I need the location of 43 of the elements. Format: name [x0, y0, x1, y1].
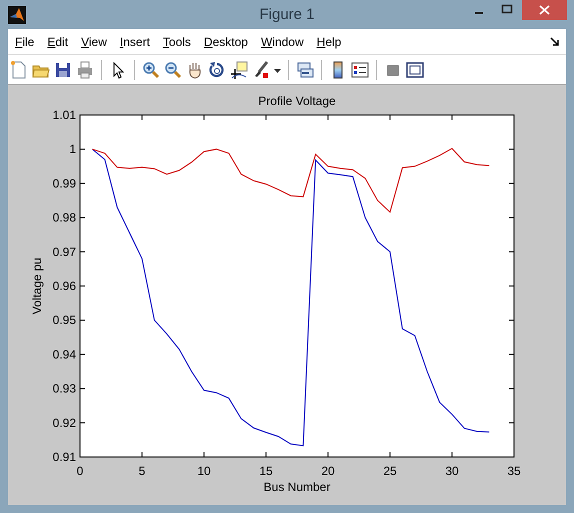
legend-icon[interactable] — [351, 60, 369, 80]
menu-item[interactable]: Help — [316, 34, 342, 48]
y-tick-label: 0.94 — [52, 347, 76, 362]
print-icon[interactable] — [76, 60, 94, 80]
x-axis-label: Bus Number — [264, 480, 330, 494]
close-button[interactable] — [522, 0, 567, 20]
x-tick-label: 15 — [259, 464, 273, 478]
zoom-out-icon[interactable] — [164, 60, 182, 80]
x-tick-label: 0 — [76, 464, 84, 478]
window-title: Figure 1 — [259, 6, 315, 23]
zoom-in-icon[interactable] — [142, 60, 160, 80]
menu-item[interactable]: Insert — [120, 34, 150, 48]
x-tick-label: 10 — [197, 464, 211, 478]
menu-item[interactable]: Desktop — [204, 34, 248, 48]
y-tick-label: 0.96 — [52, 279, 76, 293]
y-tick-label: 0.98 — [52, 210, 76, 225]
x-tick-label: 30 — [445, 464, 459, 478]
app-logo-icon — [8, 6, 26, 24]
show-plot-tools-icon[interactable] — [406, 60, 424, 80]
y-tick-label: 1.01 — [52, 108, 76, 122]
y-tick-label: 0.97 — [52, 244, 76, 259]
x-tick-label: 5 — [138, 464, 146, 478]
y-axis-label: Voltage pu — [30, 258, 44, 314]
x-tick-label: 20 — [321, 464, 335, 478]
menu-item[interactable]: View — [81, 34, 107, 48]
y-tick-label: 0.95 — [52, 313, 76, 328]
x-tick-label: 25 — [383, 464, 397, 478]
chart-title: Profile Voltage — [258, 94, 336, 108]
x-tick-label: 35 — [507, 464, 521, 478]
y-tick-label: 0.93 — [52, 382, 76, 396]
menu-item[interactable]: Edit — [47, 34, 68, 48]
menu-item[interactable]: File — [15, 34, 34, 48]
rotate-icon[interactable] — [208, 60, 226, 80]
y-tick-label: 0.99 — [52, 176, 76, 190]
y-tick-label: 0.91 — [52, 450, 76, 464]
brush-icon[interactable] — [252, 60, 270, 80]
menu-item[interactable]: Tools — [162, 34, 191, 48]
menu-item[interactable]: Window — [260, 34, 304, 48]
data-cursor-icon[interactable] — [230, 60, 248, 80]
y-tick-label: 0.92 — [52, 416, 76, 430]
y-tick-label: 1 — [69, 142, 76, 156]
dock-arrow-icon[interactable] — [550, 36, 560, 46]
new-file-icon[interactable] — [10, 60, 28, 80]
